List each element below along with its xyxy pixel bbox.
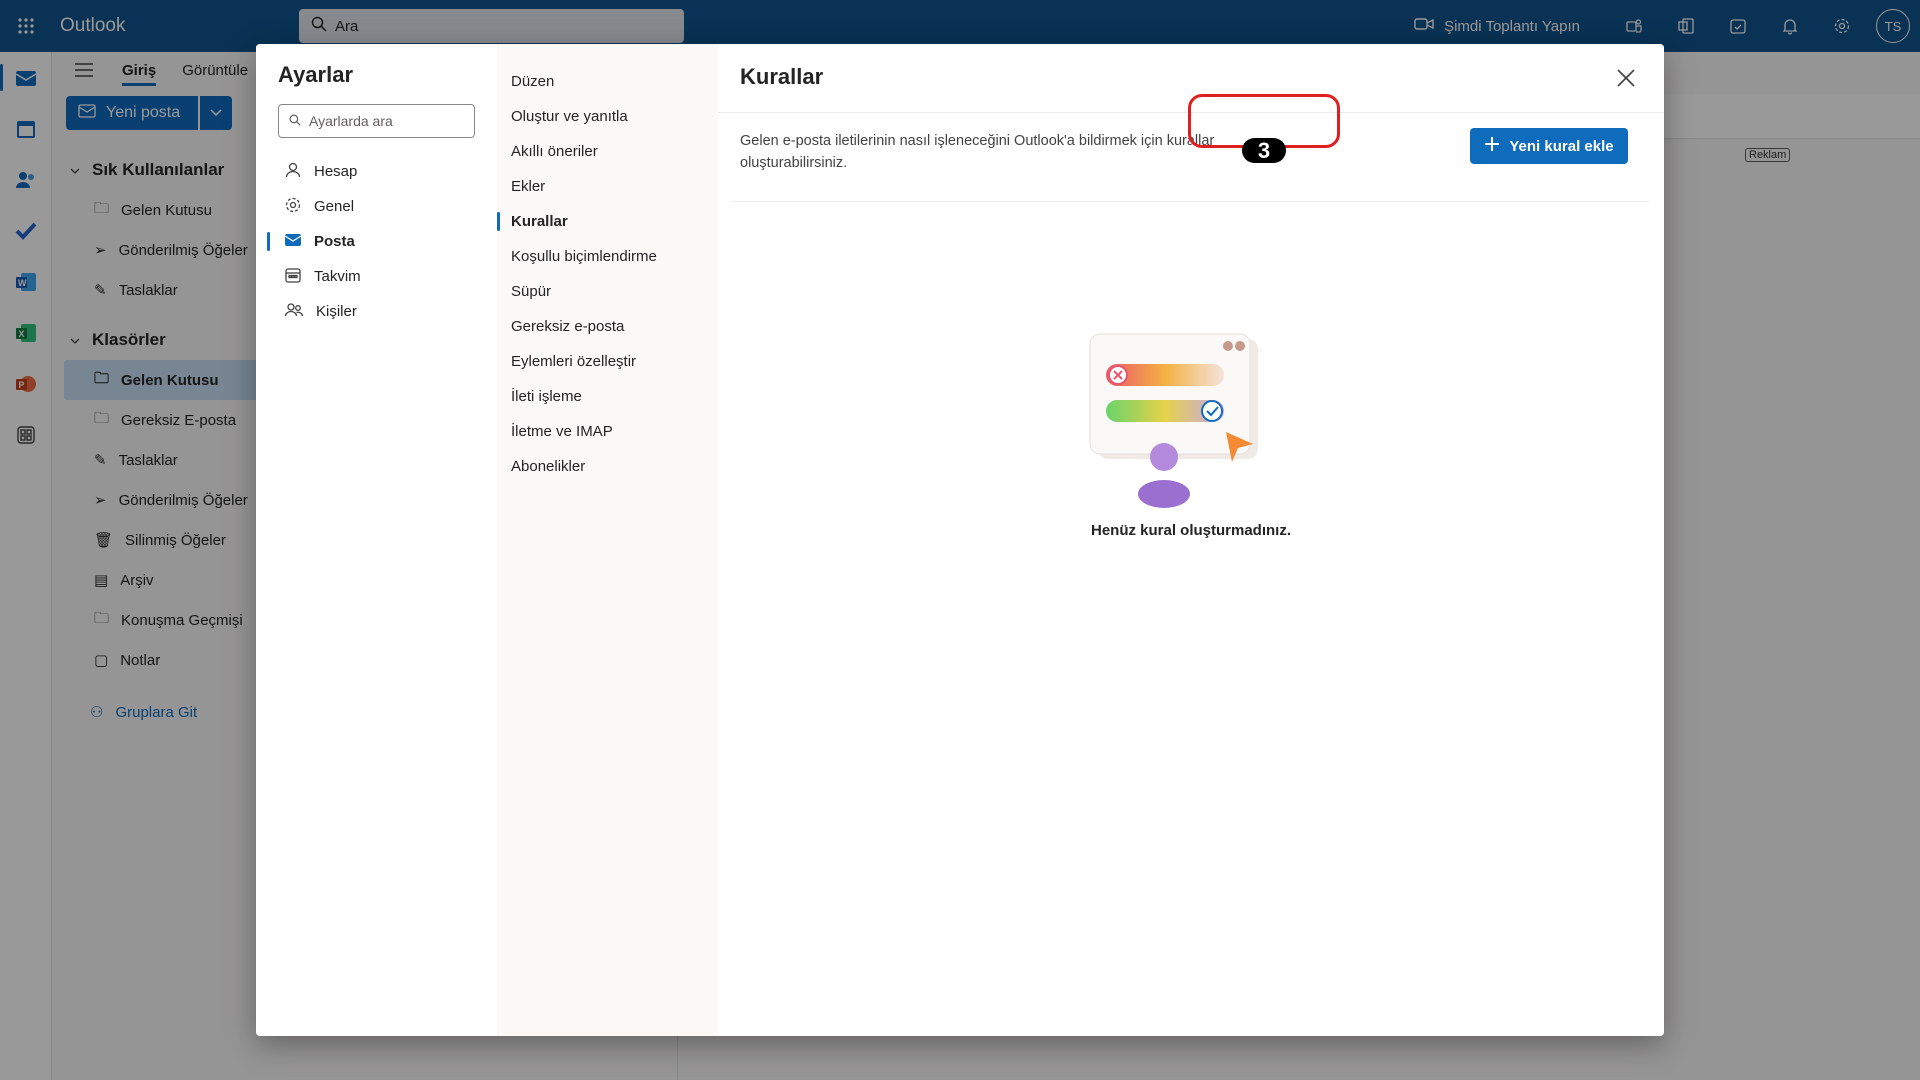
settings-dialog: Ayarlar Ayarlarda ara Hesap Genel Posta …: [256, 44, 1664, 1036]
add-rule-label: Yeni kural ekle: [1509, 137, 1614, 155]
settings-categories-pane: Ayarlar Ayarlarda ara Hesap Genel Posta …: [256, 44, 497, 1036]
rules-title: Kurallar: [740, 64, 824, 89]
category-general[interactable]: Genel: [256, 189, 497, 224]
gear-icon: [284, 196, 302, 218]
section-compose-reply[interactable]: Oluştur ve yanıtla: [497, 99, 718, 134]
section-smart-suggestions[interactable]: Akıllı öneriler: [497, 134, 718, 169]
category-label: Genel: [314, 198, 355, 215]
category-label: Takvim: [314, 268, 361, 285]
mail-icon: [284, 232, 302, 252]
divider: [732, 201, 1649, 202]
calendar-icon: [284, 266, 302, 288]
section-sweep[interactable]: Süpür: [497, 274, 718, 309]
section-layout[interactable]: Düzen: [497, 64, 718, 99]
rules-empty-illustration: [1089, 333, 1258, 508]
settings-title: Ayarlar: [278, 62, 354, 87]
section-attachments[interactable]: Ekler: [497, 169, 718, 204]
add-new-rule-button[interactable]: Yeni kural ekle: [1470, 128, 1628, 164]
category-mail[interactable]: Posta: [256, 224, 497, 259]
category-label: Posta: [314, 233, 355, 250]
person-icon: [284, 161, 302, 183]
plus-icon: [1484, 136, 1500, 156]
section-junk-email[interactable]: Gereksiz e-posta: [497, 309, 718, 344]
section-subscriptions[interactable]: Abonelikler: [497, 449, 718, 484]
section-rules[interactable]: Kurallar: [497, 204, 718, 239]
close-icon[interactable]: [1612, 64, 1640, 92]
category-label: Hesap: [314, 163, 358, 180]
section-customize-actions[interactable]: Eylemleri özelleştir: [497, 344, 718, 379]
empty-state-message: Henüz kural oluşturmadınız.: [1090, 522, 1292, 539]
settings-search-placeholder: Ayarlarda ara: [309, 113, 393, 129]
section-forwarding-imap[interactable]: İletme ve IMAP: [497, 414, 718, 449]
step-number-badge: 3: [1242, 138, 1286, 163]
section-message-handling[interactable]: İleti işleme: [497, 379, 718, 414]
category-account[interactable]: Hesap: [256, 154, 497, 189]
category-label: Kişiler: [316, 303, 357, 320]
rules-pane: Kurallar Gelen e-posta iletilerinin nası…: [718, 44, 1664, 1036]
search-icon: [289, 113, 301, 129]
mail-settings-nav: Düzen Oluştur ve yanıtla Akıllı öneriler…: [497, 44, 718, 1036]
settings-search-input[interactable]: Ayarlarda ara: [278, 104, 475, 138]
section-conditional-formatting[interactable]: Koşullu biçimlendirme: [497, 239, 718, 274]
category-calendar[interactable]: Takvim: [256, 259, 497, 294]
category-people[interactable]: Kişiler: [256, 294, 497, 329]
people-icon: [284, 301, 304, 323]
